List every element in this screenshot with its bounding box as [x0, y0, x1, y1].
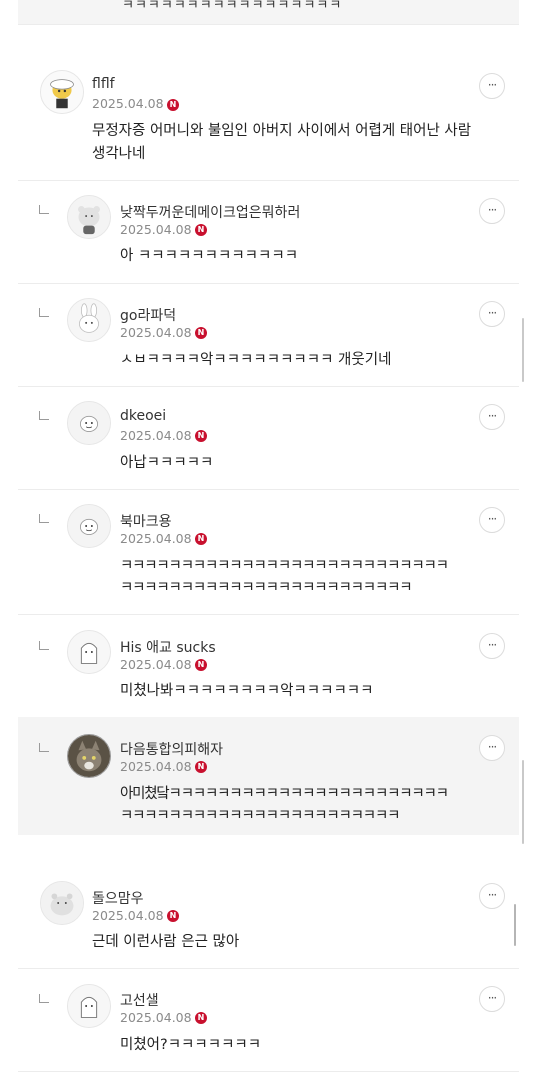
avatar-hippo-icon[interactable] — [40, 881, 84, 925]
comment-text-line: 근데 이런사람 은근 많아 — [92, 934, 240, 950]
divider — [18, 24, 519, 25]
reply-arrow-icon — [39, 308, 49, 317]
comment-date: 2025.04.08 — [120, 325, 192, 340]
more-options-button[interactable]: ··· — [479, 301, 505, 327]
comment-text-line: 아 ㅋㅋㅋㅋㅋㅋㅋㅋㅋㅋㅋㅋ — [120, 248, 299, 264]
comment-text-line: ㅋㅋㅋㅋㅋㅋㅋㅋㅋㅋㅋㅋㅋㅋㅋㅋㅋㅋㅋㅋㅋㅋㅋ — [120, 808, 400, 824]
comment-item: flflf 2025.04.08 N 무정자증 어머니와 불임인 아버지 사이에… — [18, 58, 519, 180]
reply-item: 낮짝두꺼운데메이크업은뭐하러 2025.04.08 N 아 ㅋㅋㅋㅋㅋㅋㅋㅋㅋㅋ… — [18, 181, 519, 283]
reply-arrow-icon — [39, 743, 49, 752]
more-options-button[interactable]: ··· — [479, 73, 505, 99]
avatar-cat-photo-icon[interactable] — [67, 734, 111, 778]
more-options-button[interactable]: ··· — [479, 633, 505, 659]
reply-arrow-icon — [39, 205, 49, 214]
reply-arrow-icon — [39, 514, 49, 523]
comment-date: 2025.04.08 — [120, 1010, 192, 1025]
reply-item: 북마크용 2025.04.08 N ㅋㅋㅋㅋㅋㅋㅋㅋㅋㅋㅋㅋㅋㅋㅋㅋㅋㅋㅋㅋㅋㅋ… — [18, 490, 519, 614]
more-options-button[interactable]: ··· — [479, 986, 505, 1012]
previous-comment-text: ㅋㅋㅋㅋㅋㅋㅋㅋㅋㅋㅋㅋㅋㅋㅋㅋㅋ — [122, 0, 343, 13]
more-options-button[interactable]: ··· — [479, 404, 505, 430]
comment-text-line: 아미쳤닼ㅋㅋㅋㅋㅋㅋㅋㅋㅋㅋㅋㅋㅋㅋㅋㅋㅋㅋㅋㅋㅋㅋㅋ — [120, 786, 449, 802]
comment-text-line: 미쳤어?ㅋㅋㅋㅋㅋㅋㅋ — [120, 1037, 262, 1053]
reply-arrow-icon — [39, 411, 49, 420]
scrollbar[interactable] — [514, 904, 516, 946]
nickname[interactable]: 돌으맘우 — [92, 888, 144, 908]
reply-item: His 애교 sucks 2025.04.08 N 미쳤나봐ㅋㅋㅋㅋㅋㅋㅋㅋ악ㅋ… — [18, 615, 519, 717]
comment-date: 2025.04.08 — [120, 657, 192, 672]
scrollbar[interactable] — [522, 760, 524, 844]
comment-item: 돌으맘우 2025.04.08 N 근데 이런사람 은근 많아 ··· — [18, 866, 519, 966]
comment-text-line: ㅋㅋㅋㅋㅋㅋㅋㅋㅋㅋㅋㅋㅋㅋㅋㅋㅋㅋㅋㅋㅋㅋㅋㅋㅋㅋㅋ — [120, 558, 449, 574]
reply-item: 고선샐 2025.04.08 N 미쳤어?ㅋㅋㅋㅋㅋㅋㅋ ··· — [18, 969, 519, 1071]
avatar-bear-icon[interactable] — [67, 195, 111, 239]
comment-date: 2025.04.08 — [120, 428, 192, 443]
new-badge-icon: N — [167, 910, 179, 922]
scrollbar[interactable] — [522, 318, 524, 382]
avatar-cartoon-icon[interactable] — [40, 70, 84, 114]
reply-item: 다음통합의피해자 2025.04.08 N 아미쳤닼ㅋㅋㅋㅋㅋㅋㅋㅋㅋㅋㅋㅋㅋㅋ… — [18, 717, 519, 835]
new-badge-icon: N — [195, 533, 207, 545]
more-options-button[interactable]: ··· — [479, 883, 505, 909]
comment-date: 2025.04.08 — [120, 531, 192, 546]
new-badge-icon: N — [167, 99, 179, 111]
new-badge-icon: N — [195, 1012, 207, 1024]
comment-date: 2025.04.08 — [92, 908, 164, 923]
more-options-button[interactable]: ··· — [479, 507, 505, 533]
comment-text-line: 무정자증 어머니와 불임인 아버지 사이에서 어렵게 태어난 사람 — [92, 123, 472, 139]
avatar-rabbit-icon[interactable] — [67, 298, 111, 342]
nickname[interactable]: 낮짝두꺼운데메이크업은뭐하러 — [120, 202, 300, 222]
comment-date: 2025.04.08 — [120, 759, 192, 774]
comment-text-line: ㅅㅂㅋㅋㅋㅋ악ㅋㅋㅋㅋㅋㅋㅋㅋㅋ 개웃기네 — [120, 352, 392, 368]
more-options-button[interactable]: ··· — [479, 198, 505, 224]
comment-text-line: 생각나네 — [92, 146, 146, 162]
reply-arrow-icon — [39, 994, 49, 1003]
avatar-ghost-icon[interactable] — [67, 984, 111, 1028]
nickname[interactable]: 북마크용 — [120, 511, 172, 531]
new-badge-icon: N — [195, 224, 207, 236]
more-options-button[interactable]: ··· — [479, 735, 505, 761]
new-badge-icon: N — [195, 659, 207, 671]
divider — [18, 1071, 519, 1072]
comment-text-line: 아납ㅋㅋㅋㅋㅋ — [120, 455, 214, 471]
nickname[interactable]: go라파덕 — [120, 305, 176, 325]
comment-text-line: 미쳤나봐ㅋㅋㅋㅋㅋㅋㅋㅋ악ㅋㅋㅋㅋㅋㅋ — [120, 683, 374, 699]
comment-date: 2025.04.08 — [120, 222, 192, 237]
nickname[interactable]: dkeoei — [120, 408, 166, 424]
reply-item: go라파덕 2025.04.08 N ㅅㅂㅋㅋㅋㅋ악ㅋㅋㅋㅋㅋㅋㅋㅋㅋ 개웃기네… — [18, 284, 519, 386]
nickname[interactable]: flflf — [92, 76, 115, 92]
nickname[interactable]: 고선샐 — [120, 990, 159, 1010]
comment-date: 2025.04.08 — [92, 96, 164, 111]
previous-comment-strip: ㅋㅋㅋㅋㅋㅋㅋㅋㅋㅋㅋㅋㅋㅋㅋㅋㅋ — [18, 0, 519, 25]
avatar-ghost-icon[interactable] — [67, 630, 111, 674]
reply-arrow-icon — [39, 641, 49, 650]
avatar-character-icon[interactable] — [67, 504, 111, 548]
nickname[interactable]: 다음통합의피해자 — [120, 739, 223, 759]
new-badge-icon: N — [195, 761, 207, 773]
reply-item: dkeoei 2025.04.08 N 아납ㅋㅋㅋㅋㅋ ··· — [18, 387, 519, 489]
new-badge-icon: N — [195, 430, 207, 442]
avatar-character-icon[interactable] — [67, 401, 111, 445]
new-badge-icon: N — [195, 327, 207, 339]
comment-text-line: ㅋㅋㅋㅋㅋㅋㅋㅋㅋㅋㅋㅋㅋㅋㅋㅋㅋㅋㅋㅋㅋㅋㅋㅋ — [120, 580, 413, 596]
nickname[interactable]: His 애교 sucks — [120, 637, 216, 657]
